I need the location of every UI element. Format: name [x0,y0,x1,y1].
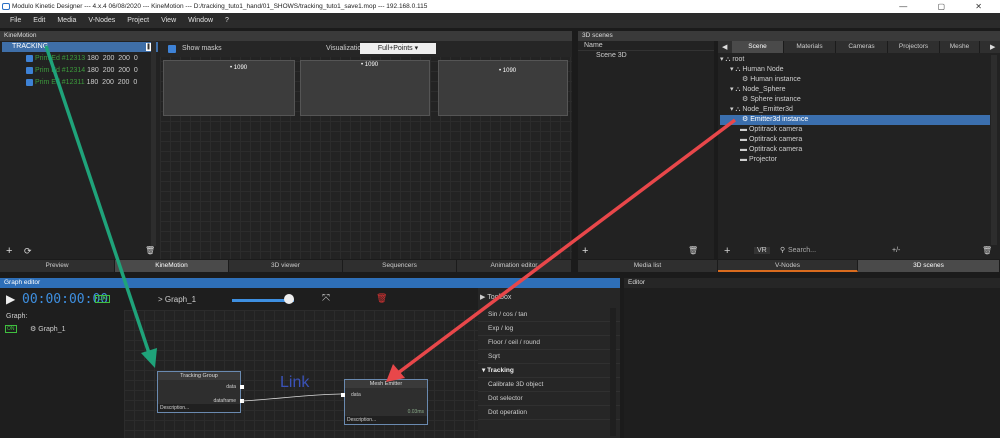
red-arrow [396,118,737,375]
green-arrowhead [141,348,157,368]
annotation-overlay [44,45,737,402]
link-wire [241,393,342,402]
red-arrowhead [386,364,405,382]
green-arrow [44,45,152,357]
